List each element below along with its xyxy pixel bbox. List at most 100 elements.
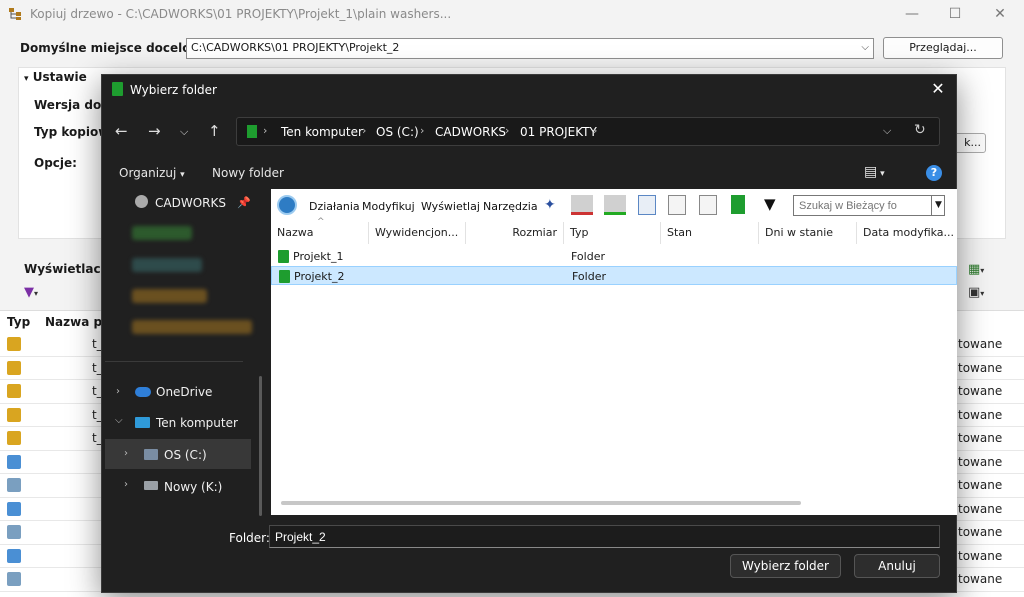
pin-icon[interactable]: 📌 — [237, 196, 251, 209]
close-icon[interactable]: ✕ — [928, 79, 948, 98]
chevron-down-icon[interactable]: ⌵ — [883, 124, 891, 138]
chevron-down-icon[interactable]: ⌵ — [861, 42, 869, 53]
file-row[interactable]: Projekt_1 Folder — [271, 247, 957, 266]
file-name-cell: Projekt_1 — [293, 250, 344, 263]
status-cell: towane — [958, 572, 1003, 586]
collapse-chevron-icon[interactable]: ⌵ — [115, 415, 123, 426]
assembly-icon — [7, 337, 21, 351]
expand-chevron-icon[interactable]: › — [116, 386, 120, 397]
minimize-icon[interactable]: — — [902, 4, 922, 24]
nav-scrollbar[interactable] — [259, 376, 262, 516]
part-icon — [7, 572, 21, 586]
back-arrow-icon[interactable]: ← — [115, 122, 128, 140]
get-latest-icon[interactable] — [638, 195, 656, 215]
nav-item-onedrive[interactable]: OneDrive — [156, 385, 212, 399]
breadcrumb-segment[interactable]: CADWORKS — [435, 125, 506, 139]
assembly-icon — [7, 407, 21, 422]
col-header-days-in-state[interactable]: Dni w stanie — [759, 222, 857, 244]
search-input[interactable] — [793, 195, 945, 216]
chevron-down-icon: ▾ — [180, 170, 185, 180]
nav-item-this-pc[interactable]: Ten komputer — [156, 416, 238, 430]
col-header-size[interactable]: Rozmiar — [466, 222, 564, 244]
dialog-title: Wybierz folder — [130, 83, 217, 97]
col-header-state[interactable]: Stan — [661, 222, 759, 244]
folder-name-input[interactable] — [269, 525, 940, 548]
nav-divider — [105, 361, 243, 362]
onedrive-icon — [135, 387, 151, 397]
status-cell: towane — [958, 478, 1003, 492]
folder-icon — [112, 82, 123, 96]
col-header-checked-out[interactable]: Wywidencjon... — [369, 222, 466, 244]
up-arrow-icon[interactable]: ↑ — [208, 122, 221, 140]
file-type-cell: Folder — [572, 270, 606, 283]
status-cell: towane — [958, 384, 1003, 398]
organize-menu[interactable]: Organizuj ▾ — [119, 166, 185, 180]
view-options-icon[interactable]: ▤ ▾ — [864, 164, 885, 180]
file-row[interactable]: Projekt_2 Folder — [271, 266, 957, 285]
blurred-item — [132, 258, 202, 272]
new-folder-button[interactable]: Nowy folder — [212, 166, 284, 180]
actions-icon[interactable] — [277, 195, 297, 215]
select-folder-button[interactable]: Wybierz folder — [730, 554, 841, 578]
search-file-icon[interactable] — [668, 195, 686, 215]
part-icon — [7, 548, 21, 563]
col-header-type[interactable]: Typ — [7, 315, 30, 329]
network-drive-icon — [144, 481, 158, 490]
help-icon[interactable]: ? — [926, 165, 942, 181]
refresh-icon[interactable]: ↻ — [914, 122, 926, 138]
destination-combo[interactable]: C:\CADWORKS\01 PROJEKTY\Projekt_2 ⌵ — [186, 38, 874, 59]
recent-chevron-icon[interactable]: ⌵ — [180, 125, 188, 139]
assembly-icon — [7, 384, 21, 398]
nav-item-cadworks[interactable]: CADWORKS — [155, 196, 226, 210]
expand-chevron-icon[interactable]: › — [124, 479, 128, 490]
cancel-button[interactable]: Anuluj — [854, 554, 940, 578]
breadcrumb-segment[interactable]: OS (C:) — [376, 125, 419, 139]
export-icon[interactable]: ▦▾ — [968, 262, 984, 277]
blurred-item — [132, 320, 252, 334]
window-title: Kopiuj drzewo - C:\CADWORKS\01 PROJEKTY\… — [30, 7, 452, 21]
breadcrumb-segment[interactable]: Ten komputer — [281, 125, 363, 139]
part-icon — [7, 501, 21, 516]
menu-narzedzia[interactable]: Narzędzia — [483, 200, 538, 213]
horizontal-scrollbar[interactable] — [281, 501, 801, 505]
filter-icon[interactable]: ▼▾ — [24, 285, 38, 300]
breadcrumb-separator-icon: › — [505, 124, 510, 137]
status-cell: towane — [958, 360, 1003, 375]
col-header-modified[interactable]: Data modyfika... — [857, 222, 957, 244]
folder-icon[interactable] — [731, 195, 745, 214]
maximize-icon[interactable]: ☐ — [945, 4, 965, 24]
breadcrumb-separator-icon: › — [263, 124, 268, 137]
col-header-type[interactable]: Typ — [564, 222, 661, 244]
settings-header[interactable]: ▾ Ustawie — [24, 70, 87, 84]
menu-dzialania[interactable]: Działania — [309, 200, 360, 213]
menu-modyfikuj[interactable]: Modyfikuj — [362, 200, 415, 213]
nav-item-os-c[interactable]: OS (C:) — [164, 448, 207, 462]
folder-icon — [278, 250, 289, 263]
more-icon[interactable]: ▼ — [764, 195, 776, 213]
pin-icon[interactable]: ✦ — [544, 197, 556, 213]
expand-chevron-icon[interactable]: › — [124, 448, 128, 459]
save-icon[interactable]: ▣▾ — [968, 285, 984, 300]
check-out-icon[interactable] — [571, 195, 593, 215]
breadcrumb-separator-icon: › — [362, 124, 367, 137]
destination-value: C:\CADWORKS\01 PROJEKTY\Projekt_2 — [191, 41, 400, 54]
address-bar[interactable]: › Ten komputer › OS (C:) › CADWORKS › 01… — [236, 117, 940, 146]
breadcrumb-segment[interactable]: 01 PROJEKTY — [520, 125, 597, 139]
menu-wyswietlaj[interactable]: Wyświetlaj — [421, 200, 480, 213]
blurred-item — [132, 289, 207, 303]
sort-asc-icon: ^ — [317, 217, 325, 227]
check-in-icon[interactable] — [604, 195, 626, 215]
browse-button[interactable]: Przeglądaj... — [883, 37, 1003, 59]
nav-item-nowy-k[interactable]: Nowy (K:) — [164, 480, 222, 494]
computer-icon — [135, 417, 150, 428]
breadcrumb-separator-icon: › — [420, 124, 425, 137]
forward-arrow-icon[interactable]: → — [148, 122, 161, 140]
folder-label: Folder: — [229, 531, 270, 545]
properties-icon[interactable] — [699, 195, 717, 215]
close-icon[interactable]: ✕ — [990, 4, 1010, 24]
chevron-down-icon[interactable]: ▼ — [931, 196, 945, 215]
collapse-icon[interactable]: ▾ — [24, 74, 29, 84]
file-name-cell: Projekt_2 — [294, 270, 345, 283]
folder-icon — [279, 270, 290, 283]
title-bar: Kopiuj drzewo - C:\CADWORKS\01 PROJEKTY\… — [0, 0, 1024, 28]
